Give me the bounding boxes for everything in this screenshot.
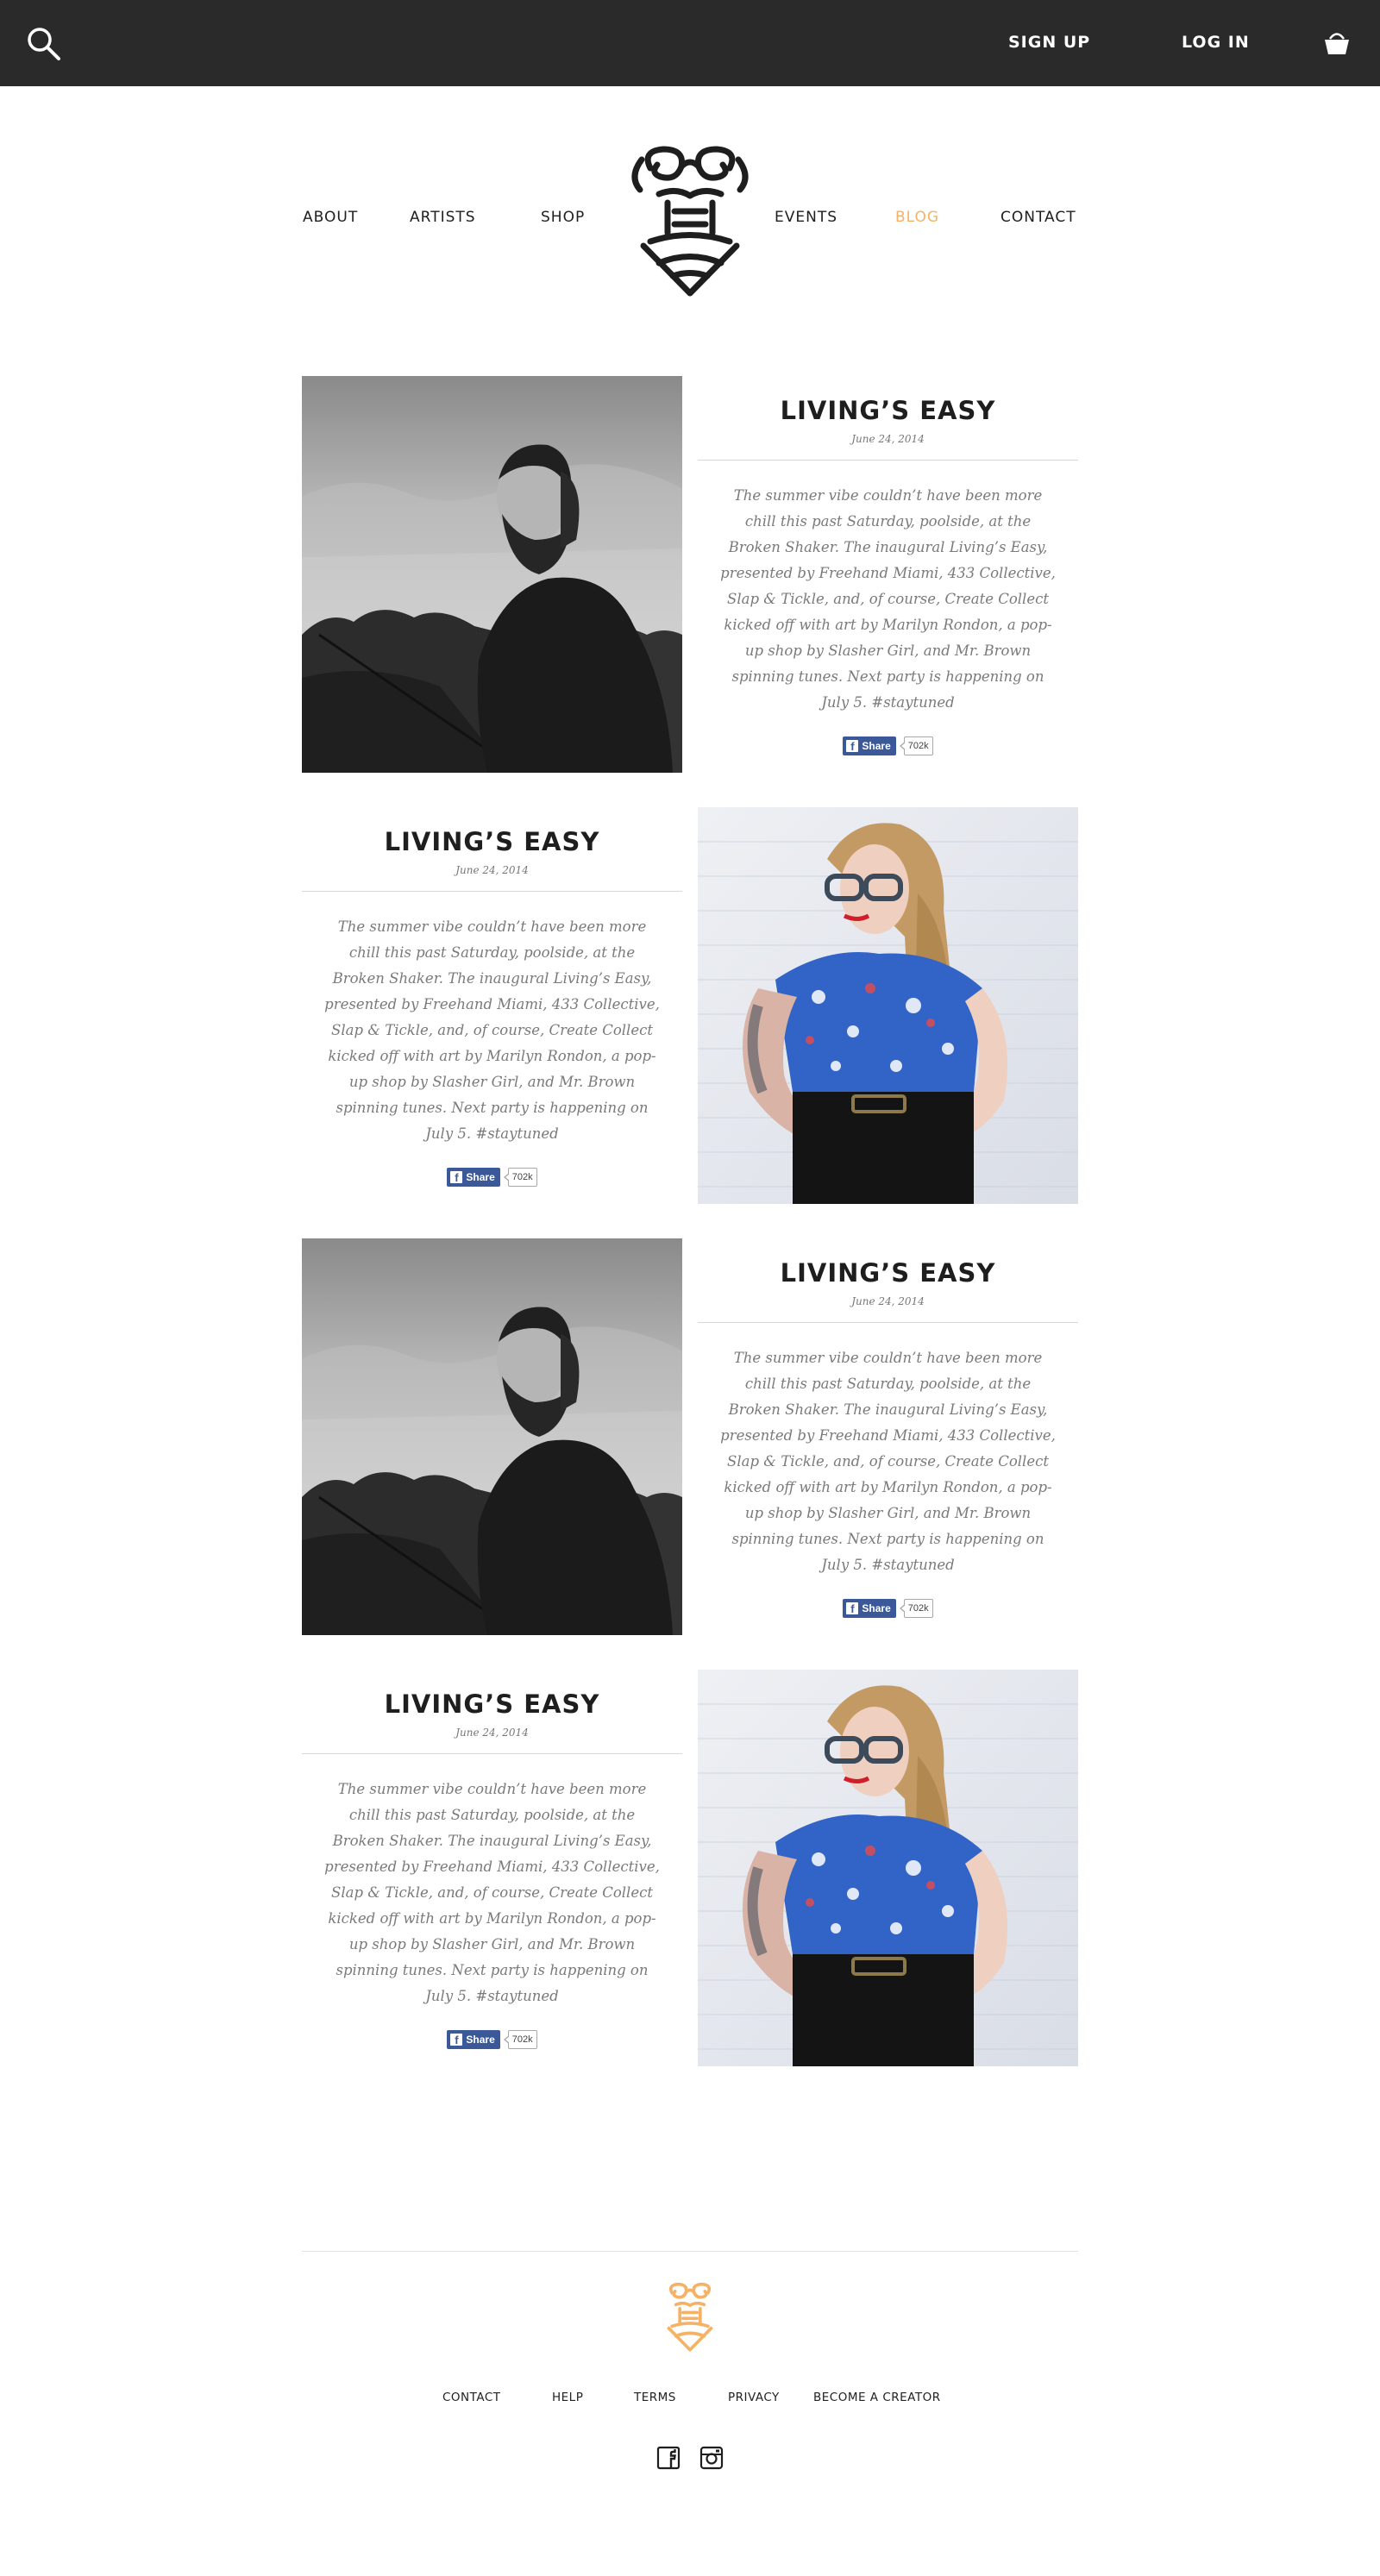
share-label: Share bbox=[466, 2034, 495, 2046]
post-title[interactable]: LIVING’S EASY bbox=[302, 826, 682, 857]
post-title[interactable]: LIVING’S EASY bbox=[302, 1689, 682, 1720]
post-body: The summer vibe couldn’t have been more … bbox=[720, 487, 1056, 711]
nav-about[interactable]: ABOUT bbox=[303, 209, 358, 226]
facebook-icon: f bbox=[450, 2034, 463, 2046]
facebook-icon: f bbox=[846, 740, 859, 753]
post-date: June 24, 2014 bbox=[851, 433, 925, 445]
post-photo[interactable] bbox=[698, 1670, 1078, 2066]
woman-glasses-photo bbox=[698, 807, 1078, 1204]
bearded-man-photo bbox=[302, 376, 682, 773]
bearded-man-photo bbox=[302, 1238, 682, 1635]
top-bar: SIGN UP LOG IN bbox=[0, 0, 1380, 86]
divider bbox=[302, 1753, 682, 1754]
footer-link-help[interactable]: HELP bbox=[552, 2391, 583, 2404]
post-body: The summer vibe couldn’t have been more … bbox=[324, 918, 660, 1142]
facebook-share-button[interactable]: f Share bbox=[447, 1168, 500, 1187]
brand-logo[interactable] bbox=[624, 142, 756, 298]
nav-artists[interactable]: ARTISTS bbox=[410, 209, 476, 226]
post-photo[interactable] bbox=[302, 376, 682, 773]
share-label: Share bbox=[862, 1602, 891, 1614]
post-summary: LIVING’S EASY June 24, 2014 The summer v… bbox=[302, 807, 682, 1187]
share-widget: f Share 702k bbox=[698, 1599, 1078, 1618]
post-date: June 24, 2014 bbox=[851, 1295, 925, 1307]
sign-up-link[interactable]: SIGN UP bbox=[1008, 33, 1090, 52]
footer-link-terms[interactable]: TERMS bbox=[634, 2391, 676, 2404]
post-body: The summer vibe couldn’t have been more … bbox=[324, 1781, 660, 2004]
instagram-icon[interactable] bbox=[699, 2446, 724, 2470]
post-title[interactable]: LIVING’S EASY bbox=[698, 395, 1078, 426]
share-label: Share bbox=[466, 1171, 495, 1183]
nav-contact[interactable]: CONTACT bbox=[1000, 209, 1076, 226]
facebook-icon[interactable] bbox=[656, 2446, 681, 2470]
post-summary: LIVING’S EASY June 24, 2014 The summer v… bbox=[302, 1670, 682, 2049]
search-icon[interactable] bbox=[26, 26, 62, 62]
woman-glasses-photo bbox=[698, 1670, 1078, 2066]
divider bbox=[698, 460, 1078, 461]
footer-link-contact[interactable]: CONTACT bbox=[442, 2391, 501, 2404]
facebook-share-button[interactable]: f Share bbox=[843, 736, 896, 755]
facebook-share-button[interactable]: f Share bbox=[843, 1599, 896, 1618]
post-body: The summer vibe couldn’t have been more … bbox=[720, 1350, 1056, 1573]
share-count: 702k bbox=[899, 736, 933, 755]
nav-events[interactable]: EVENTS bbox=[775, 209, 837, 226]
share-count: 702k bbox=[503, 2030, 537, 2049]
post-date: June 24, 2014 bbox=[455, 1727, 529, 1739]
divider bbox=[302, 891, 682, 892]
post-date: June 24, 2014 bbox=[455, 864, 529, 876]
share-count: 702k bbox=[899, 1599, 933, 1618]
facebook-icon: f bbox=[846, 1602, 859, 1615]
share-label: Share bbox=[862, 740, 891, 752]
footer-link-privacy[interactable]: PRIVACY bbox=[728, 2391, 780, 2404]
log-in-link[interactable]: LOG IN bbox=[1182, 33, 1250, 52]
basket-icon[interactable] bbox=[1322, 28, 1352, 57]
facebook-icon: f bbox=[450, 1171, 463, 1184]
footer-logo[interactable] bbox=[657, 2281, 723, 2352]
share-widget: f Share 702k bbox=[302, 2030, 682, 2049]
footer-link-become-a-creator[interactable]: BECOME A CREATOR bbox=[813, 2391, 941, 2404]
post-title[interactable]: LIVING’S EASY bbox=[698, 1257, 1078, 1288]
post-photo[interactable] bbox=[698, 807, 1078, 1204]
post-summary: LIVING’S EASY June 24, 2014 The summer v… bbox=[698, 1238, 1078, 1618]
divider bbox=[698, 1322, 1078, 1323]
share-widget: f Share 702k bbox=[698, 736, 1078, 755]
nav-blog[interactable]: BLOG bbox=[895, 209, 939, 226]
share-count: 702k bbox=[503, 1168, 537, 1187]
post-photo[interactable] bbox=[302, 1238, 682, 1635]
post-summary: LIVING’S EASY June 24, 2014 The summer v… bbox=[698, 376, 1078, 755]
facebook-share-button[interactable]: f Share bbox=[447, 2030, 500, 2049]
share-widget: f Share 702k bbox=[302, 1168, 682, 1187]
nav-shop[interactable]: SHOP bbox=[541, 209, 585, 226]
footer-divider bbox=[302, 2251, 1078, 2252]
